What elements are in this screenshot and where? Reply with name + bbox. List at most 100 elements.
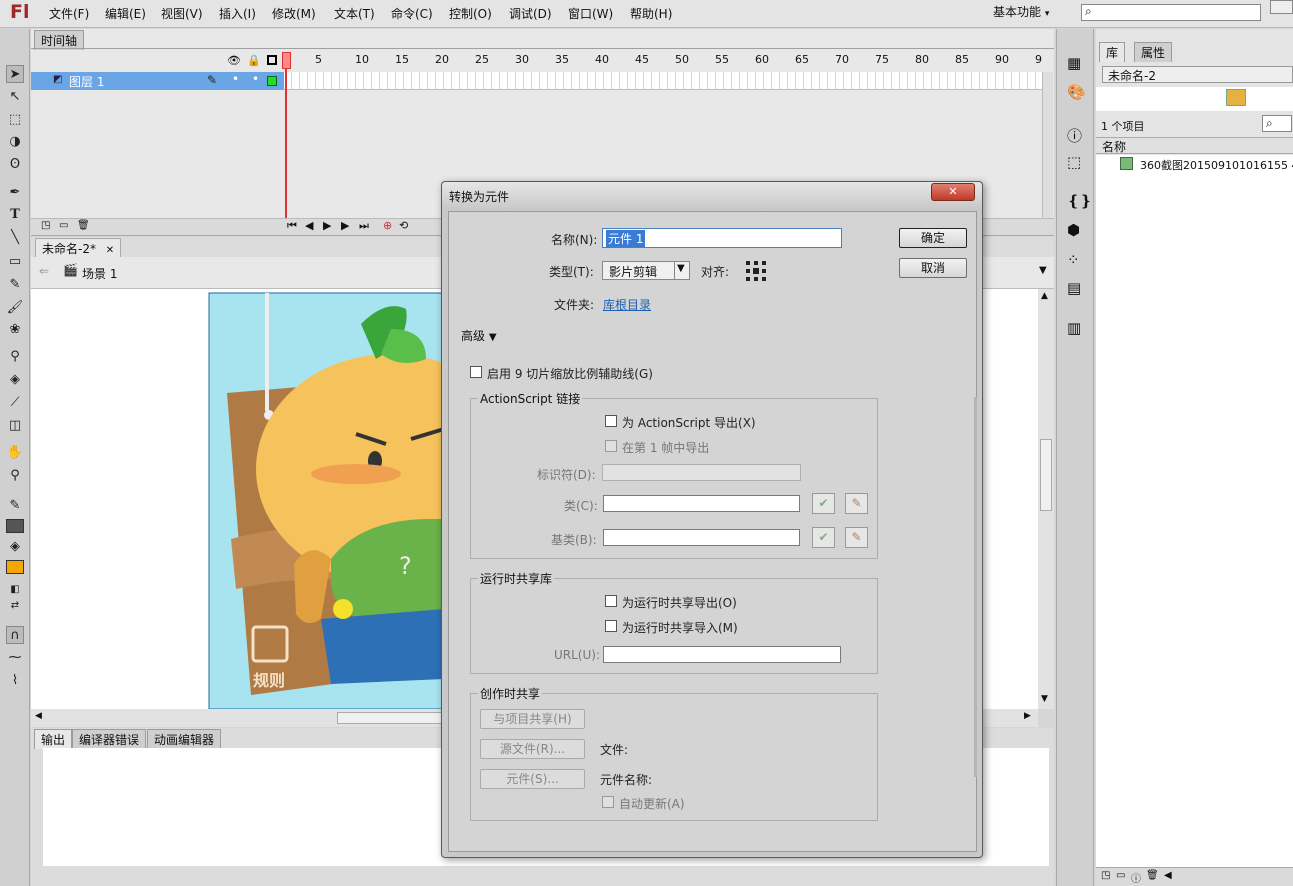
tab-motion-editor[interactable]: 动画编辑器 [147, 729, 222, 749]
layer-name[interactable]: 图层 1 [69, 73, 104, 90]
library-search-input[interactable]: ⌕ [1262, 115, 1292, 132]
loop-icon[interactable]: ⟲ [399, 219, 408, 232]
center-frame-icon[interactable]: ⊕ [383, 219, 392, 232]
prev-frame-icon[interactable]: ◀ [305, 219, 313, 232]
outline-icon[interactable] [267, 55, 277, 65]
scene-name[interactable]: 场景 1 [82, 265, 117, 282]
scroll-left-icon[interactable]: ◀ [1164, 870, 1172, 881]
export-actionscript-checkbox[interactable] [605, 415, 617, 427]
lasso-tool-icon[interactable]: ʘ [6, 156, 24, 174]
new-layer-icon[interactable]: ◳ [41, 220, 50, 231]
text-tool-icon[interactable]: T [6, 206, 24, 224]
line-tool-icon[interactable]: ╲ [6, 229, 24, 247]
rectangle-tool-icon[interactable]: ▭ [6, 253, 24, 271]
subselection-tool-icon[interactable]: ↖ [6, 88, 24, 106]
layer-row[interactable]: ◩ 图层 1 ✎ • • [31, 72, 286, 90]
frame-ruler[interactable]: 1510152025303540455055606570758085909 [283, 51, 1053, 69]
export-frame1-checkbox[interactable] [605, 440, 617, 452]
advanced-toggle[interactable]: 高级 ▼ [461, 327, 497, 344]
identifier-input[interactable] [602, 464, 801, 481]
color-swatches-icon[interactable]: ▦ [1067, 54, 1081, 72]
menu-help[interactable]: 帮助(H) [630, 5, 672, 22]
properties-icon[interactable]: ⓘ [1131, 870, 1141, 885]
menu-window[interactable]: 窗口(W) [568, 5, 613, 22]
lock-icon[interactable]: 🔒 [247, 54, 261, 67]
edit-class-button[interactable]: ✎ [845, 493, 868, 514]
validate-baseclass-button[interactable]: ✔ [812, 527, 835, 548]
symbol-source-button[interactable]: 元件(S)... [480, 769, 585, 789]
timeline-vscroll[interactable] [1042, 72, 1053, 222]
cancel-button[interactable]: 取消 [899, 258, 967, 278]
outline-color-icon[interactable] [267, 76, 277, 86]
motion-presets-icon[interactable]: ⁘ [1067, 251, 1080, 269]
deco-tool-icon[interactable]: ❀ [6, 321, 24, 339]
url-input[interactable] [603, 646, 841, 663]
stroke-color-icon[interactable]: ✎ [6, 497, 24, 515]
tab-library[interactable]: 库 [1099, 42, 1126, 62]
3d-rotation-tool-icon[interactable]: ◑ [6, 133, 24, 151]
playhead[interactable] [285, 53, 287, 231]
menu-insert[interactable]: 插入(I) [219, 5, 256, 22]
eraser-tool-icon[interactable]: ◫ [6, 417, 24, 435]
menu-edit[interactable]: 编辑(E) [105, 5, 146, 22]
first-frame-icon[interactable]: ⏮ [287, 219, 297, 233]
dialog-close-button[interactable]: ✕ [931, 183, 975, 201]
tab-output[interactable]: 输出 [34, 729, 73, 749]
auto-update-checkbox[interactable] [602, 796, 614, 808]
snap-magnet-icon[interactable]: ∩ [6, 626, 24, 644]
new-folder-icon[interactable]: ▭ [59, 220, 68, 231]
registration-grid-icon[interactable] [745, 260, 767, 282]
lock-dot[interactable]: • [252, 72, 259, 86]
transform-icon[interactable]: ⬚ [1067, 153, 1081, 171]
scale9-checkbox[interactable] [470, 366, 482, 378]
dialog-titlebar[interactable]: 转换为元件 ✕ [442, 182, 982, 210]
fill-color-icon[interactable]: ◈ [6, 538, 24, 556]
symbol-type-select[interactable]: 影片剪辑 ▼ [602, 261, 690, 280]
baseclass-input[interactable] [603, 529, 800, 546]
back-arrow-icon[interactable]: ⇐ [39, 264, 49, 278]
menu-view[interactable]: 视图(V) [161, 5, 203, 22]
source-file-button[interactable]: 源文件(R)... [480, 739, 585, 759]
next-frame-icon[interactable]: ▶ [341, 219, 349, 232]
play-icon[interactable]: ▶ [323, 219, 331, 232]
palette-icon[interactable]: 🎨 [1067, 83, 1086, 101]
library-column-header[interactable]: 名称 [1096, 137, 1293, 154]
runtime-import-checkbox[interactable] [605, 620, 617, 632]
stage-vscroll[interactable]: ▲ ▼ [1038, 289, 1054, 709]
menu-debug[interactable]: 调试(D) [509, 5, 552, 22]
symbol-name-input[interactable]: 元件 1 [602, 228, 842, 248]
menu-control[interactable]: 控制(O) [449, 5, 492, 22]
scroll-left-icon[interactable]: ◀ [35, 711, 42, 721]
close-icon[interactable]: ✕ [106, 245, 114, 256]
stroke-color-swatch[interactable] [6, 519, 24, 533]
brush-tool-icon[interactable]: 🖌 [6, 299, 24, 317]
free-transform-tool-icon[interactable]: ⬚ [6, 111, 24, 129]
stage-vscroll-thumb[interactable] [1040, 439, 1052, 511]
delete-icon[interactable]: 🗑 [1146, 870, 1159, 881]
code-snippets-icon[interactable]: ❴❵ [1067, 192, 1092, 210]
tab-compiler-errors[interactable]: 编译器错误 [72, 729, 147, 749]
menu-file[interactable]: 文件(F) [49, 5, 89, 22]
validate-class-button[interactable]: ✔ [812, 493, 835, 514]
dialog-scrollbar[interactable] [974, 397, 977, 777]
zoom-dropdown-icon[interactable]: ▼ [1039, 265, 1047, 276]
scroll-down-icon[interactable]: ▼ [1041, 694, 1048, 704]
document-tab[interactable]: 未命名-2* ✕ [35, 238, 122, 257]
pen-tool-icon[interactable]: ✒ [6, 184, 24, 202]
fill-color-swatch[interactable] [6, 560, 24, 574]
menu-commands[interactable]: 命令(C) [391, 5, 433, 22]
share-project-button[interactable]: 与项目共享(H) [480, 709, 585, 729]
library-document-select[interactable]: 未命名-2 [1102, 66, 1293, 83]
edit-baseclass-button[interactable]: ✎ [845, 527, 868, 548]
window-control[interactable] [1270, 0, 1293, 14]
help-search-input[interactable]: ⌕ [1081, 4, 1261, 21]
ok-button[interactable]: 确定 [899, 228, 967, 248]
workspace-switcher[interactable]: 基本功能 ▾ [993, 3, 1049, 20]
frame-grid[interactable] [284, 72, 1042, 90]
straighten-icon[interactable]: ⌇ [6, 672, 24, 690]
last-frame-icon[interactable]: ⏭ [359, 219, 369, 233]
runtime-export-checkbox[interactable] [605, 595, 617, 607]
scroll-right-icon[interactable]: ▶ [1024, 711, 1031, 721]
zoom-tool-icon[interactable]: ⚲ [6, 467, 24, 485]
new-symbol-icon[interactable]: ◳ [1101, 870, 1110, 881]
